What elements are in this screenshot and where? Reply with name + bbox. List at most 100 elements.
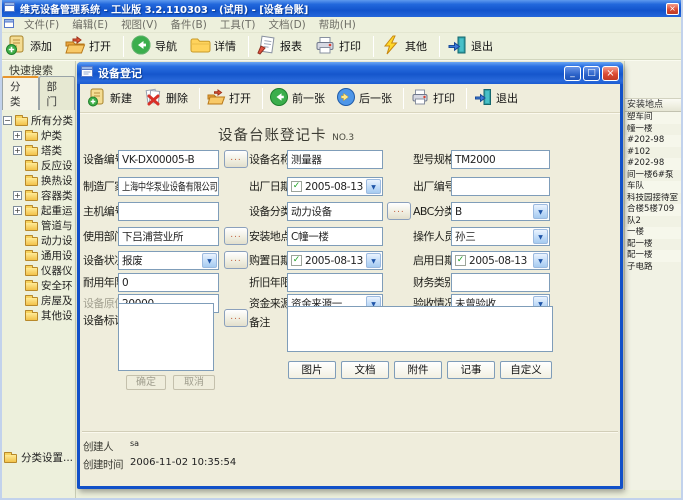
device-no-browse-button[interactable]: ... [224,150,248,168]
department-browse-button[interactable]: ... [224,227,248,245]
dropdown-arrow-icon[interactable] [533,204,548,219]
add-button[interactable]: 添加 [2,33,61,60]
other-button[interactable]: 其他 [377,33,436,60]
dialog-exit-button[interactable]: 退出 [470,86,526,111]
depreciation-life-input[interactable] [287,273,383,292]
dropdown-arrow-icon[interactable] [366,179,381,194]
attachment-button[interactable]: 附件 [394,361,442,379]
table-row[interactable]: 塑车间 [625,112,681,124]
checkbox-checked-icon[interactable] [455,255,466,266]
device-no-input[interactable]: VK-DX00005-B [118,150,219,169]
tree-item[interactable]: 安全环 [0,278,75,293]
new-button[interactable]: 新建 [84,86,140,111]
device-mark-area[interactable] [118,303,214,371]
tree-item[interactable]: 房屋及 [0,293,75,308]
finance-type-input[interactable] [451,273,550,292]
department-input[interactable]: 下吕浦营业所 [118,227,219,246]
previous-button[interactable]: 前一张 [266,86,333,111]
tree-item[interactable]: 管道与 [0,218,75,233]
ok-button[interactable]: 确定 [126,375,166,390]
tree-item-all[interactable]: 所有分类 [0,113,75,128]
tree-item[interactable]: 通用设 [0,248,75,263]
table-row[interactable]: 队2 [625,216,681,228]
dialog-open-button[interactable]: 打开 [203,86,259,111]
table-row[interactable]: 合楼5楼709 [625,204,681,216]
category-browse-button[interactable]: ... [387,202,411,220]
table-row[interactable]: 间一楼6#泵 [625,170,681,182]
next-button[interactable]: 后一张 [333,86,400,111]
window-close-button[interactable] [666,2,679,15]
checkbox-checked-icon[interactable] [291,181,302,192]
table-row[interactable]: #202-98 [625,158,681,170]
location-input[interactable]: C幢一楼 [287,227,383,246]
manufacturer-input[interactable]: 上海中华泵业设备有限公司 [118,177,219,196]
tree-item[interactable]: 炉类 [0,128,75,143]
enable-date-picker[interactable]: 2005-08-13 [451,251,550,270]
navigate-button[interactable]: 导航 [127,33,186,60]
note-button[interactable]: 记事 [447,361,495,379]
table-row[interactable]: #202-98 [625,135,681,147]
operator-select[interactable]: 孙三 [451,227,550,246]
tab-category[interactable]: 分类 [2,76,39,110]
purchase-date-picker[interactable]: 2005-08-13 [287,251,383,270]
tree-item[interactable]: 塔类 [0,143,75,158]
print-button[interactable]: 打印 [311,33,370,60]
menu-file[interactable]: 文件(F) [18,17,65,32]
dropdown-arrow-icon[interactable] [366,253,381,268]
exit-button[interactable]: 退出 [443,33,502,60]
table-row[interactable]: 子电路 [625,262,681,274]
tree-item[interactable]: 反应设 [0,158,75,173]
menu-edit[interactable]: 编辑(E) [66,17,114,32]
expand-icon[interactable] [13,146,22,155]
expand-icon[interactable] [13,206,22,215]
tree-item[interactable]: 仪器仪 [0,263,75,278]
collapse-icon[interactable] [3,116,12,125]
category-input[interactable]: 动力设备 [287,202,383,221]
tree-item[interactable]: 起重运 [0,203,75,218]
table-row[interactable]: 配一楼 [625,250,681,262]
dialog-maximize-button[interactable] [583,65,600,81]
abc-select[interactable]: B [451,202,550,221]
device-mark-browse-button[interactable]: ... [224,309,248,327]
status-browse-button[interactable]: ... [224,251,248,269]
expand-icon[interactable] [13,191,22,200]
document-button[interactable]: 文档 [341,361,389,379]
menu-help[interactable]: 帮助(H) [313,17,362,32]
dropdown-arrow-icon[interactable] [533,253,548,268]
details-button[interactable]: 详情 [186,33,245,60]
remark-area[interactable] [287,306,553,352]
dialog-close-button[interactable] [602,65,619,81]
host-no-input[interactable] [118,202,219,221]
service-life-input[interactable]: 0 [118,273,219,292]
device-name-input[interactable]: 测量器 [287,150,383,169]
status-select[interactable]: 报废 [118,251,219,270]
open-button[interactable]: 打开 [61,33,120,60]
dialog-print-button[interactable]: 打印 [407,86,463,111]
delete-button[interactable]: 删除 [140,86,196,111]
cancel-button[interactable]: 取消 [173,375,215,390]
factory-no-input[interactable] [451,177,550,196]
table-row[interactable]: 车队 [625,181,681,193]
menu-spareparts[interactable]: 备件(B) [164,17,212,32]
tree-item[interactable]: 容器类 [0,188,75,203]
expand-icon[interactable] [13,131,22,140]
custom-button[interactable]: 自定义 [500,361,552,379]
tree-item[interactable]: 换热设 [0,173,75,188]
dropdown-arrow-icon[interactable] [533,229,548,244]
column-header-location[interactable]: 安装地点 [625,98,681,112]
table-row[interactable]: 配一楼 [625,239,681,251]
tab-department[interactable]: 部门 [38,76,75,110]
table-row[interactable]: 幢一楼 [625,124,681,136]
category-settings-item[interactable]: 分类设置... [4,450,73,465]
menu-docs[interactable]: 文档(D) [262,17,311,32]
table-row[interactable]: 一楼 [625,227,681,239]
tree-item[interactable]: 动力设 [0,233,75,248]
table-row[interactable]: #102 [625,147,681,159]
checkbox-checked-icon[interactable] [291,255,302,266]
dropdown-arrow-icon[interactable] [202,253,217,268]
report-button[interactable]: 报表 [252,33,311,60]
menu-tools[interactable]: 工具(T) [214,17,262,32]
model-input[interactable]: TM2000 [451,150,550,169]
table-row[interactable]: 科技园接待室 [625,193,681,205]
menu-view[interactable]: 视图(V) [115,17,163,32]
